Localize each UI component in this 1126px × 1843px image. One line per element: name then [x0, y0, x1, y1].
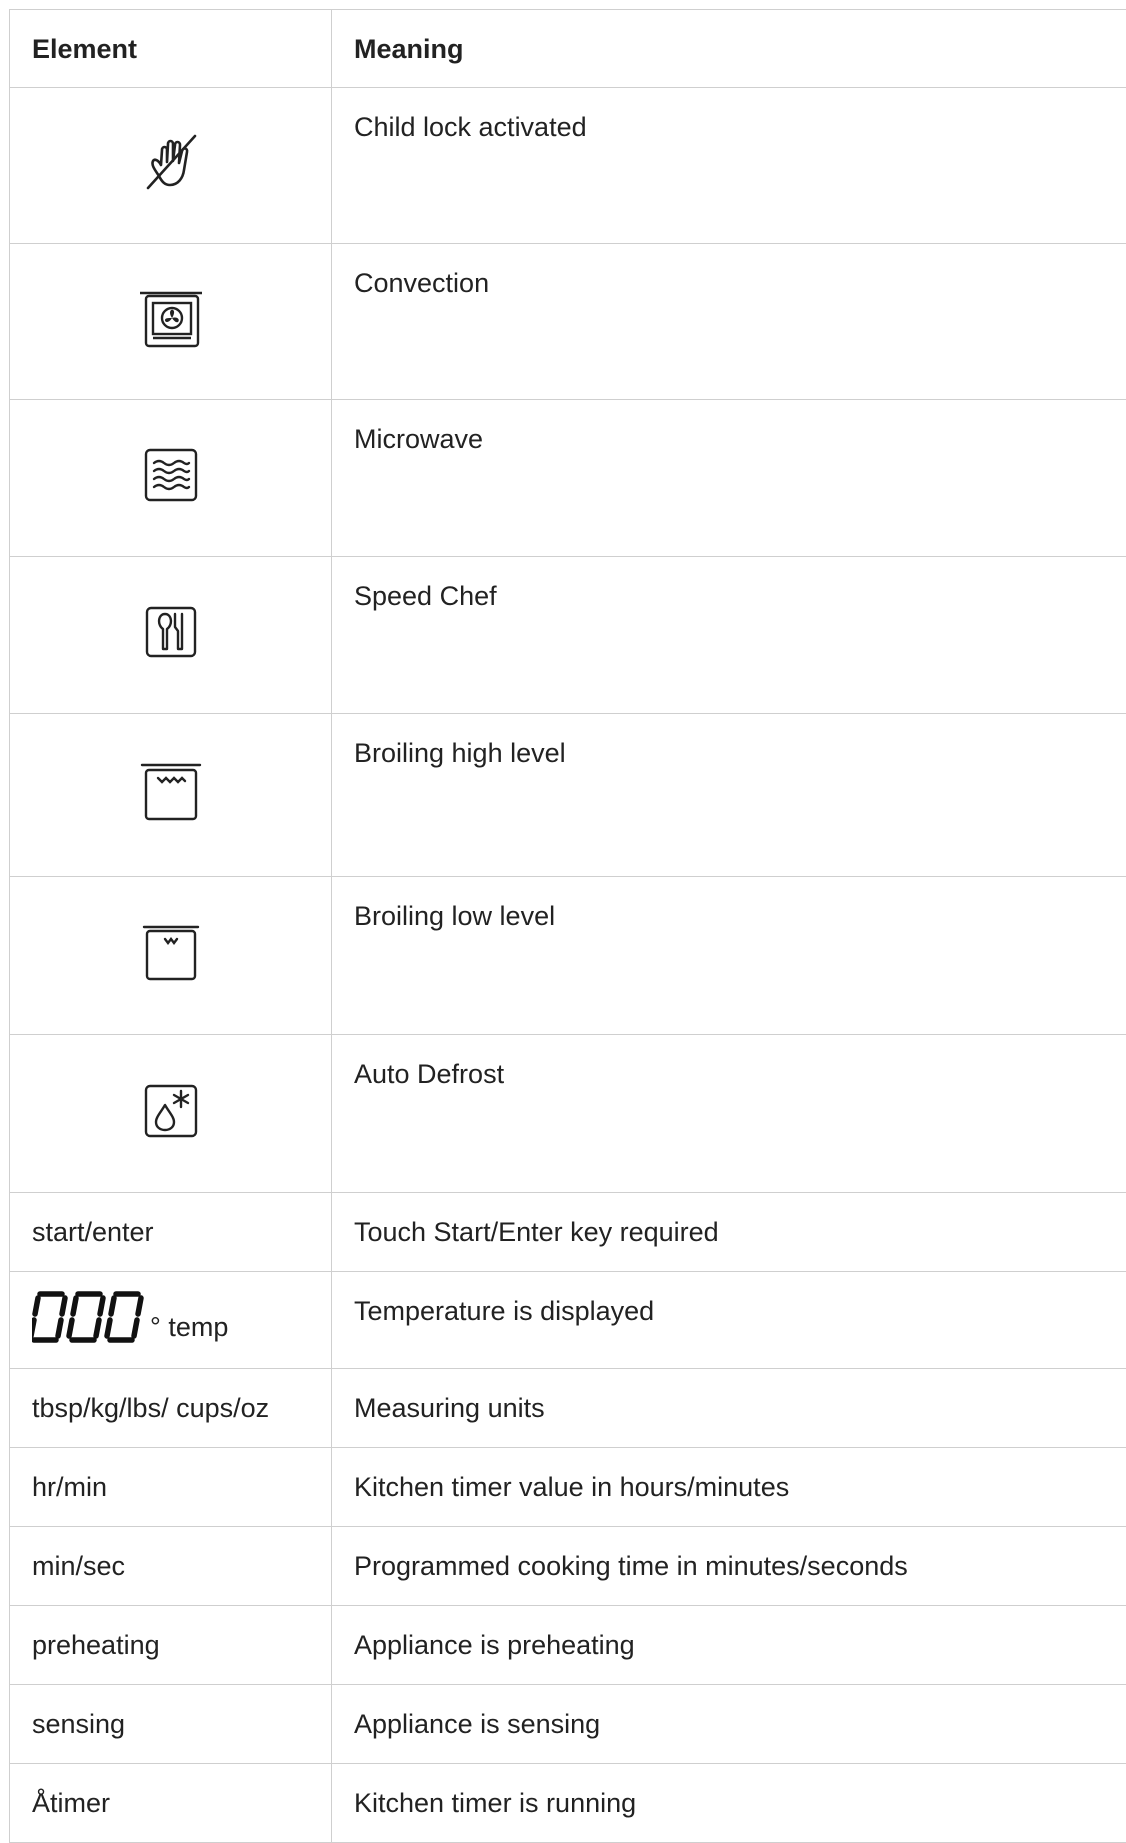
- table-row: start/enter Touch Start/Enter key requir…: [10, 1193, 1126, 1272]
- broil-high-icon: [140, 762, 202, 822]
- temperature-display: ° temp: [32, 1290, 228, 1344]
- table-row: ° temp Temperature is displayed: [10, 1272, 1126, 1369]
- table-row: tbsp/kg/lbs/ cups/oz Measuring units: [10, 1369, 1126, 1448]
- meaning-cell: Broiling low level: [332, 877, 1126, 1035]
- element-cell: start/enter: [10, 1193, 332, 1272]
- meaning-cell: Broiling high level: [332, 714, 1126, 877]
- table-row: Speed Chef: [10, 557, 1126, 714]
- header-meaning: Meaning: [332, 10, 1126, 88]
- element-cell: min/sec: [10, 1527, 332, 1606]
- meaning-cell: Appliance is preheating: [332, 1606, 1126, 1685]
- table-row: Microwave: [10, 400, 1126, 557]
- auto-defrost-icon: [143, 1083, 199, 1139]
- speed-chef-cutlery-icon: [144, 605, 198, 659]
- table-row: Åtimer Kitchen timer is running: [10, 1764, 1126, 1843]
- table-row: Broiling low level: [10, 877, 1126, 1035]
- degree-symbol: °: [150, 1312, 161, 1342]
- meaning-cell: Programmed cooking time in minutes/secon…: [332, 1527, 1126, 1606]
- table-row: min/sec Programmed cooking time in minut…: [10, 1527, 1126, 1606]
- seven-segment-digits-icon: [32, 1290, 146, 1344]
- temp-label: temp: [168, 1312, 228, 1342]
- meaning-cell: Child lock activated: [332, 88, 1126, 244]
- meaning-cell: Speed Chef: [332, 557, 1126, 714]
- element-cell: tbsp/kg/lbs/ cups/oz: [10, 1369, 332, 1448]
- table-row: preheating Appliance is preheating: [10, 1606, 1126, 1685]
- element-cell: preheating: [10, 1606, 332, 1685]
- table-row: hr/min Kitchen timer value in hours/minu…: [10, 1448, 1126, 1527]
- table-header-row: Element Meaning: [10, 10, 1126, 88]
- symbol-meaning-table: Element Meaning Child lock activated: [9, 9, 1126, 1843]
- table-row: Auto Defrost: [10, 1035, 1126, 1193]
- convection-fan-icon: [138, 290, 204, 348]
- meaning-cell: Kitchen timer value in hours/minutes: [332, 1448, 1126, 1527]
- element-cell: hr/min: [10, 1448, 332, 1527]
- meaning-cell: Temperature is displayed: [332, 1272, 1126, 1369]
- element-cell: Åtimer: [10, 1764, 332, 1843]
- element-cell: sensing: [10, 1685, 332, 1764]
- table-row: Convection: [10, 244, 1126, 400]
- header-element: Element: [10, 10, 332, 88]
- broil-low-icon: [142, 924, 200, 982]
- microwave-waves-icon: [143, 447, 199, 503]
- meaning-cell: Microwave: [332, 400, 1126, 557]
- table-row: Child lock activated: [10, 88, 1126, 244]
- meaning-cell: Measuring units: [332, 1369, 1126, 1448]
- meaning-cell: Touch Start/Enter key required: [332, 1193, 1126, 1272]
- table-row: sensing Appliance is sensing: [10, 1685, 1126, 1764]
- meaning-cell: Auto Defrost: [332, 1035, 1126, 1193]
- meaning-cell: Appliance is sensing: [332, 1685, 1126, 1764]
- child-lock-hand-icon: [141, 130, 201, 196]
- meaning-cell: Kitchen timer is running: [332, 1764, 1126, 1843]
- table-row: Broiling high level: [10, 714, 1126, 877]
- meaning-cell: Convection: [332, 244, 1126, 400]
